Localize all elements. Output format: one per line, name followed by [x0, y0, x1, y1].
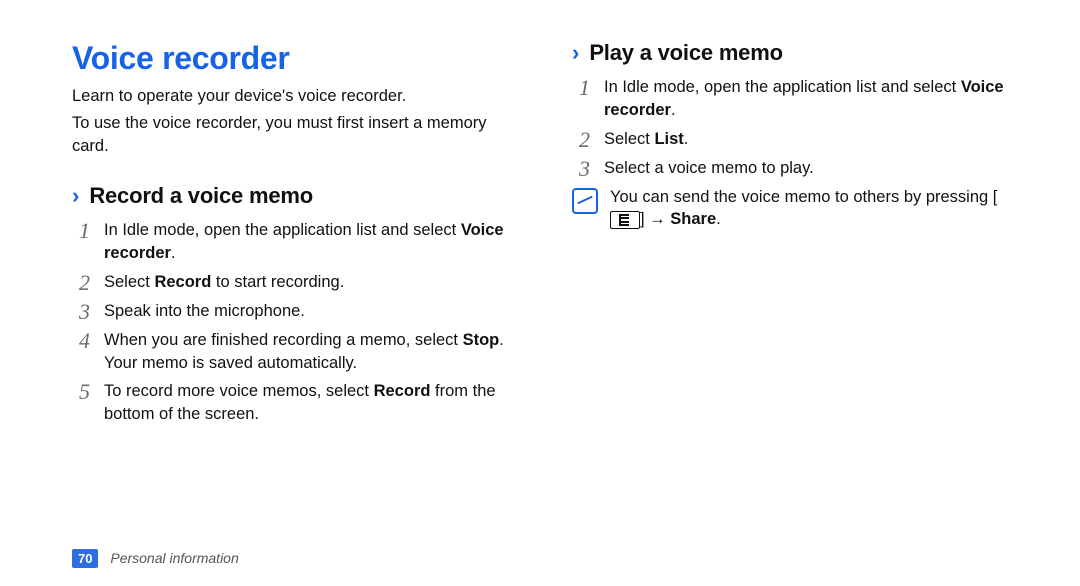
step-body: In Idle mode, open the application list … — [604, 76, 1022, 122]
step-number: 3 — [572, 157, 590, 180]
step-body: Speak into the microphone. — [104, 300, 305, 323]
record-step-5: 5 To record more voice memos, select Rec… — [72, 380, 522, 426]
record-steps: 1 In Idle mode, open the application lis… — [72, 219, 522, 426]
step-body: When you are finished recording a memo, … — [104, 329, 522, 375]
page-number: 70 — [72, 549, 98, 568]
intro-line-2: To use the voice recorder, you must firs… — [72, 112, 522, 158]
step-body: Select Record to start recording. — [104, 271, 344, 294]
play-steps: 1 In Idle mode, open the application lis… — [572, 76, 1022, 180]
record-step-4: 4 When you are finished recording a memo… — [72, 329, 522, 375]
intro-line-1: Learn to operate your device's voice rec… — [72, 85, 522, 108]
play-step-2: 2 Select List. — [572, 128, 1022, 151]
chevron-icon: › — [572, 42, 579, 64]
section-play: › Play a voice memo 1 In Idle mode, open… — [572, 40, 1022, 231]
step-number: 2 — [72, 271, 90, 294]
record-step-3: 3 Speak into the microphone. — [72, 300, 522, 323]
record-step-1: 1 In Idle mode, open the application lis… — [72, 219, 522, 265]
chevron-icon: › — [72, 185, 79, 207]
manual-page: Voice recorder Learn to operate your dev… — [0, 0, 1080, 586]
note-end: . — [716, 210, 721, 228]
note-text-prefix: You can send the voice memo to others by… — [610, 188, 997, 206]
play-step-3: 3 Select a voice memo to play. — [572, 157, 1022, 180]
note-bold: Share — [670, 210, 716, 228]
section-play-heading: Play a voice memo — [589, 40, 782, 66]
step-body: Select a voice memo to play. — [604, 157, 814, 180]
note-body: You can send the voice memo to others by… — [610, 186, 1022, 232]
step-body: Select List. — [604, 128, 688, 151]
share-note: You can send the voice memo to others by… — [572, 186, 1022, 232]
left-column: Voice recorder Learn to operate your dev… — [72, 40, 522, 566]
note-icon — [572, 188, 598, 214]
section-record: › Record a voice memo 1 In Idle mode, op… — [72, 183, 522, 426]
page-title: Voice recorder — [72, 40, 522, 77]
page-footer: 70 Personal information — [72, 549, 239, 568]
step-number: 1 — [72, 219, 90, 242]
menu-key-icon — [610, 211, 640, 229]
record-step-2: 2 Select Record to start recording. — [72, 271, 522, 294]
step-number: 2 — [572, 128, 590, 151]
section-record-heading: Record a voice memo — [89, 183, 313, 209]
step-number: 3 — [72, 300, 90, 323]
step-number: 1 — [572, 76, 590, 99]
step-number: 5 — [72, 380, 90, 403]
play-step-1: 1 In Idle mode, open the application lis… — [572, 76, 1022, 122]
step-number: 4 — [72, 329, 90, 352]
step-body: In Idle mode, open the application list … — [104, 219, 522, 265]
note-text-suffix: ] → — [640, 210, 670, 228]
footer-section: Personal information — [110, 550, 238, 566]
right-column: › Play a voice memo 1 In Idle mode, open… — [572, 40, 1022, 566]
step-body: To record more voice memos, select Recor… — [104, 380, 522, 426]
